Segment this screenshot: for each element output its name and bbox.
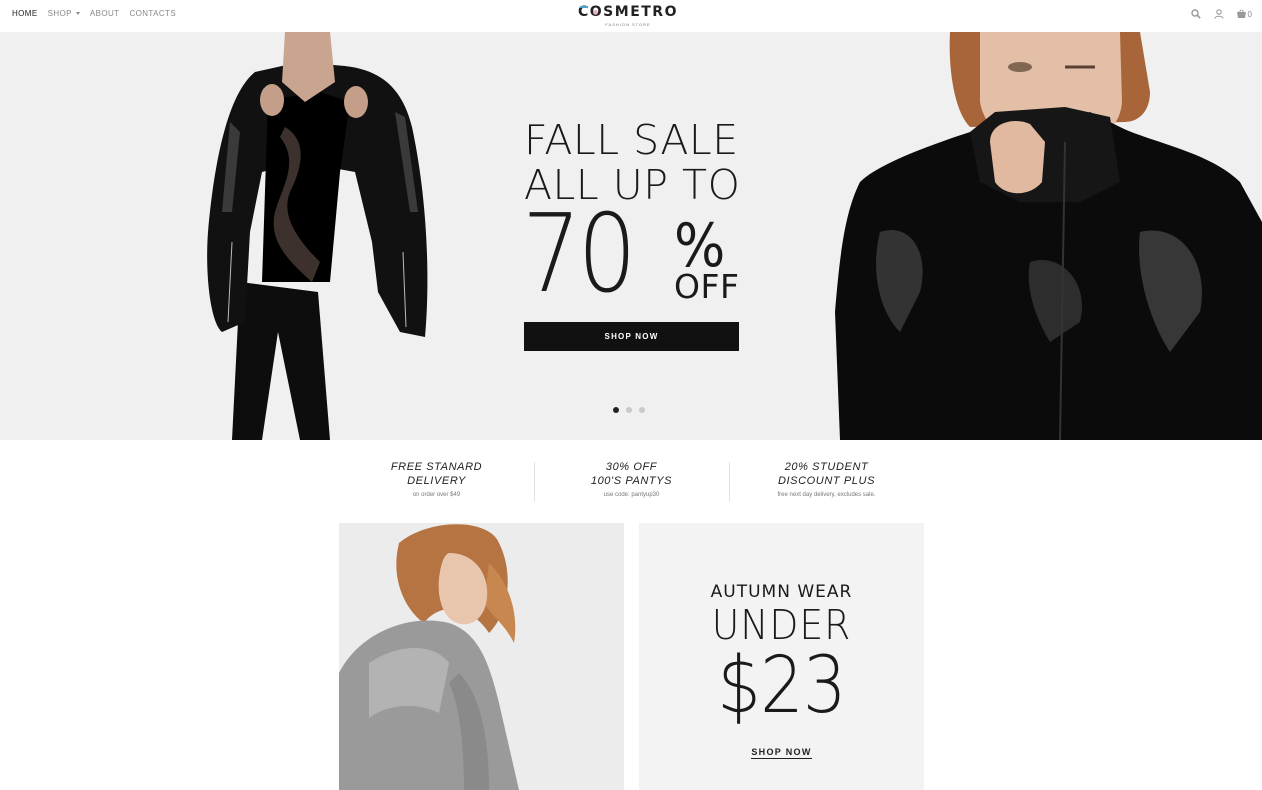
logo-accent-dot <box>593 10 598 15</box>
user-icon[interactable] <box>1213 8 1225 20</box>
promo-title-line2: DELIVERY <box>407 475 466 487</box>
cart-icon[interactable]: 0 <box>1236 8 1252 20</box>
promo-item-delivery: FREE STANARD DELIVERY on order over $49 <box>339 460 534 504</box>
slider-dot-2[interactable] <box>626 407 632 413</box>
autumn-promo-link-wrap: SHOP NOW <box>639 747 924 759</box>
hero-model-left-image <box>0 32 520 440</box>
autumn-wear-promo: AUTUMN WEAR UNDER $23 SHOP NOW <box>639 523 924 790</box>
logo-name: COSMETRO <box>578 4 678 20</box>
promo-item-student: 20% STUDENT DISCOUNT PLUS free next day … <box>729 460 924 504</box>
autumn-model-image[interactable] <box>339 523 624 790</box>
nav-item-about[interactable]: ABOUT <box>90 9 120 18</box>
hero-slider: FALL SALE ALL UP TO 70 % OFF SHOP NOW <box>0 32 1262 440</box>
hero-copy: FALL SALE ALL UP TO 70 % OFF <box>522 116 744 318</box>
autumn-promo-price: $23 <box>717 641 846 731</box>
chevron-down-icon <box>75 12 80 15</box>
hero-off-label: OFF <box>674 267 740 306</box>
hero-headline-line1: FALL SALE <box>524 116 739 164</box>
autumn-model-illustration <box>339 523 624 790</box>
hero-discount: 70 % OFF <box>522 200 744 318</box>
autumn-promo-heading: AUTUMN WEAR <box>710 582 853 602</box>
promo-subtitle: free next day delivery, excludes sale. <box>777 492 876 498</box>
promo-subtitle: use code: pantyup30 <box>603 492 660 498</box>
nav-item-contacts[interactable]: CONTACTS <box>129 9 176 18</box>
search-icon[interactable] <box>1190 8 1202 20</box>
slider-dot-3[interactable] <box>639 407 645 413</box>
nav-label: ABOUT <box>89 9 120 18</box>
slider-pagination <box>613 407 645 413</box>
promo-title-line1: FREE STANARD <box>390 461 483 473</box>
site-header: HOME SHOP ABOUT CONTACTS COSMETRO FASHIO… <box>0 0 1262 32</box>
hero-model-right-image <box>820 32 1262 440</box>
main-nav: HOME SHOP ABOUT CONTACTS <box>12 9 176 18</box>
logo-tagline: FASHION STORE <box>605 22 651 27</box>
nav-item-shop[interactable]: SHOP <box>48 9 80 18</box>
site-logo[interactable]: COSMETRO FASHION STORE <box>576 3 680 29</box>
promo-title-line2: 100'S PANTYS <box>590 475 673 487</box>
promo-subtitle: on order over $49 <box>412 492 461 498</box>
nav-label: HOME <box>12 9 38 18</box>
promo-title-line1: 20% STUDENT <box>784 461 869 473</box>
promo-title-line1: 30% OFF <box>605 461 658 473</box>
promo-title-line2: DISCOUNT PLUS <box>777 475 876 487</box>
hero-discount-number: 70 <box>522 192 637 317</box>
promo-item-pantys: 30% OFF 100'S PANTYS use code: pantyup30 <box>534 460 729 504</box>
autumn-shop-now-link[interactable]: SHOP NOW <box>751 747 812 759</box>
logo-accent-bar <box>580 6 588 8</box>
header-icons: 0 <box>1190 8 1252 20</box>
nav-item-home[interactable]: HOME <box>12 9 38 18</box>
nav-label: SHOP <box>47 9 72 18</box>
cart-count: 0 <box>1247 9 1252 19</box>
nav-label: CONTACTS <box>129 9 177 18</box>
hero-shop-now-button[interactable]: SHOP NOW <box>524 322 739 351</box>
promo-strip: FREE STANARD DELIVERY on order over $49 … <box>339 460 924 504</box>
slider-dot-1[interactable] <box>613 407 619 413</box>
